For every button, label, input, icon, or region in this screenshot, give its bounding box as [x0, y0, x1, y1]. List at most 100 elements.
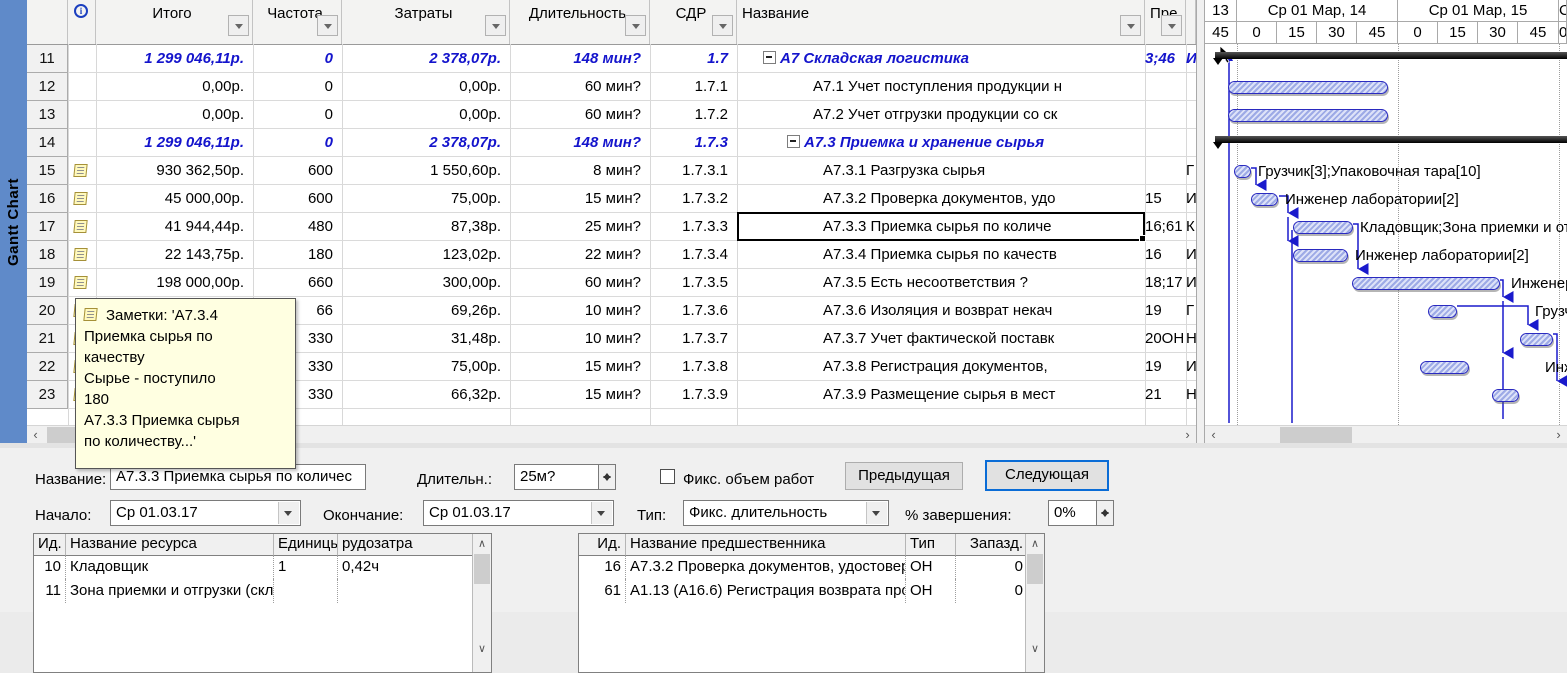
- cell-freq[interactable]: 0: [253, 73, 342, 101]
- cell-pred[interactable]: 16: [1145, 241, 1186, 269]
- cell-name[interactable]: A7.3.8 Регистрация документов,: [737, 353, 1145, 381]
- header-2[interactable]: Единицы: [274, 534, 338, 555]
- cell-wbs[interactable]: 1.7.3.5: [650, 269, 737, 297]
- cell-dur[interactable]: 60 мин?: [510, 269, 650, 297]
- cell-dur[interactable]: 15 мин?: [510, 185, 650, 213]
- cell-name[interactable]: A7.2 Учет отгрузки продукции со ск: [737, 101, 1145, 129]
- cell-cost[interactable]: 300,00р.: [342, 269, 510, 297]
- cell-id[interactable]: 18: [27, 241, 68, 269]
- cell-cost[interactable]: 1 550,60р.: [342, 157, 510, 185]
- column-header-cost[interactable]: Затраты: [342, 0, 510, 44]
- filter-dropdown-icon[interactable]: [485, 15, 506, 36]
- scroll-left-icon[interactable]: ‹: [1205, 426, 1222, 444]
- cell-name[interactable]: A7.3.1 Разгрузка сырья: [737, 157, 1145, 185]
- cell-pred[interactable]: 21: [1145, 381, 1186, 409]
- cell-freq[interactable]: 600: [253, 185, 342, 213]
- task-bar[interactable]: [1293, 249, 1348, 262]
- cell-pred[interactable]: 16;61: [1145, 213, 1186, 241]
- cell-pred[interactable]: 19: [1145, 297, 1186, 325]
- cell-ind[interactable]: [68, 213, 96, 241]
- cell-wbs[interactable]: 1.7.2: [650, 101, 737, 129]
- column-header-ind[interactable]: i: [68, 0, 96, 44]
- header-0[interactable]: Ид.: [34, 534, 66, 555]
- cell-wbs[interactable]: 1.7.3.8: [650, 353, 737, 381]
- task-bar[interactable]: [1420, 361, 1469, 374]
- scroll-right-icon[interactable]: ›: [1179, 426, 1196, 444]
- scroll-up-icon[interactable]: ∧: [473, 536, 491, 553]
- task-bar[interactable]: [1228, 109, 1388, 122]
- cell-total[interactable]: 1 299 046,11р.: [96, 129, 253, 157]
- cell-dur[interactable]: 25 мин?: [510, 213, 650, 241]
- cell-id[interactable]: 22: [27, 353, 68, 381]
- header-3[interactable]: рудозатра: [338, 534, 475, 555]
- cell-wbs[interactable]: 1.7.3.7: [650, 325, 737, 353]
- duration-spinner[interactable]: [598, 464, 616, 490]
- gantt-hscroll-thumb[interactable]: [1280, 427, 1352, 443]
- cell-freq[interactable]: 480: [253, 213, 342, 241]
- cell-dur[interactable]: 60 мин?: [510, 101, 650, 129]
- previous-task-button[interactable]: Предыдущая: [845, 462, 963, 490]
- cell-1[interactable]: A7.3.2 Проверка документов, удостоверяю: [626, 555, 906, 579]
- cell-freq[interactable]: 0: [253, 101, 342, 129]
- column-header-total[interactable]: Итого: [96, 0, 253, 44]
- table-row[interactable]: 10Кладовщик10,42ч: [34, 555, 473, 579]
- cell-cost[interactable]: 0,00р.: [342, 101, 510, 129]
- cell-wbs[interactable]: 1.7.3.6: [650, 297, 737, 325]
- cell-cost[interactable]: 0,00р.: [342, 73, 510, 101]
- cell-res[interactable]: Г: [1186, 157, 1196, 185]
- filter-dropdown-icon[interactable]: [1120, 15, 1141, 36]
- cell-wbs[interactable]: 1.7.3.3: [650, 213, 737, 241]
- column-header-name[interactable]: Название: [737, 0, 1145, 44]
- cell-id[interactable]: 23: [27, 381, 68, 409]
- cell-id[interactable]: 20: [27, 297, 68, 325]
- cell-res[interactable]: [1186, 129, 1196, 157]
- cell-0[interactable]: 16: [579, 555, 626, 579]
- scroll-down-icon[interactable]: ∨: [1026, 641, 1044, 658]
- header-1[interactable]: Название ресурса: [66, 534, 274, 555]
- cell-dur[interactable]: 148 мин?: [510, 129, 650, 157]
- cell-total[interactable]: 1 299 046,11р.: [96, 45, 253, 73]
- cell-total[interactable]: 45 000,00р.: [96, 185, 253, 213]
- cell-res[interactable]: К: [1186, 213, 1196, 241]
- scroll-down-icon[interactable]: ∨: [473, 641, 491, 658]
- filter-dropdown-icon[interactable]: [712, 15, 733, 36]
- header-2[interactable]: Тип: [906, 534, 956, 555]
- cell-id[interactable]: 21: [27, 325, 68, 353]
- summary-bar[interactable]: [1215, 136, 1567, 143]
- cell-0[interactable]: 10: [34, 555, 66, 579]
- chevron-down-icon[interactable]: [278, 502, 299, 524]
- summary-bar[interactable]: [1215, 52, 1567, 59]
- cell-freq[interactable]: 660: [253, 269, 342, 297]
- chevron-down-icon[interactable]: [866, 502, 887, 524]
- cell-res[interactable]: И: [1186, 353, 1196, 381]
- cell-freq[interactable]: 0: [253, 45, 342, 73]
- cell-cost[interactable]: 31,48р.: [342, 325, 510, 353]
- cell-ind[interactable]: [68, 101, 96, 129]
- duration-input[interactable]: 25м?: [514, 464, 599, 490]
- column-header-freq[interactable]: Частота: [253, 0, 342, 44]
- cell-total[interactable]: 41 944,44р.: [96, 213, 253, 241]
- gantt-hscrollbar[interactable]: ‹ ›: [1205, 425, 1567, 444]
- cell-wbs[interactable]: 1.7: [650, 45, 737, 73]
- table-row[interactable]: 11Зона приемки и отгрузки (склада): [34, 579, 473, 603]
- chevron-down-icon[interactable]: [591, 502, 612, 524]
- cell-dur[interactable]: 15 мин?: [510, 353, 650, 381]
- cell-3[interactable]: 0,42ч: [338, 555, 475, 579]
- cell-res[interactable]: Н: [1186, 325, 1196, 353]
- cell-res[interactable]: Г: [1186, 297, 1196, 325]
- cell-2[interactable]: 1: [274, 555, 338, 579]
- cell-pred[interactable]: 15: [1145, 185, 1186, 213]
- cell-name[interactable]: A7.3.9 Размещение сырья в мест: [737, 381, 1145, 409]
- cell-dur[interactable]: 15 мин?: [510, 381, 650, 409]
- cell-dur[interactable]: 10 мин?: [510, 325, 650, 353]
- cell-res[interactable]: [1186, 73, 1196, 101]
- cell-pred[interactable]: [1145, 73, 1186, 101]
- cell-2[interactable]: ОН: [906, 579, 956, 603]
- cell-name[interactable]: A7.3.5 Есть несоответствия ?: [737, 269, 1145, 297]
- cell-dur[interactable]: 10 мин?: [510, 297, 650, 325]
- scroll-left-icon[interactable]: ‹: [27, 426, 44, 444]
- cell-id[interactable]: 14: [27, 129, 68, 157]
- cell-cost[interactable]: 87,38р.: [342, 213, 510, 241]
- filter-dropdown-icon[interactable]: [625, 15, 646, 36]
- cell-ind[interactable]: [68, 45, 96, 73]
